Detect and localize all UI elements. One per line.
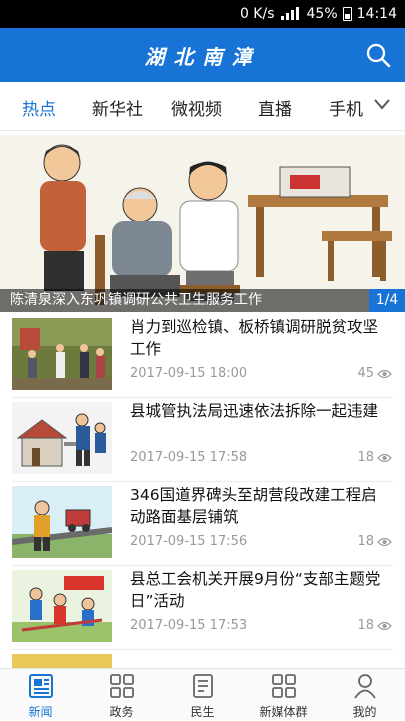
- banner-caption-bar: 陈清泉深入东巩镇调研公共卫生服务工作: [0, 289, 405, 312]
- news-view-count: 18: [357, 450, 374, 465]
- news-views: 45: [357, 366, 392, 381]
- nav-livelihood[interactable]: 民生: [162, 669, 243, 721]
- grid-icon: [272, 674, 296, 698]
- battery-text: 45%: [306, 6, 338, 22]
- news-thumbnail: [12, 654, 112, 668]
- news-title: 县城管执法局迅速依法拆除一起违建: [130, 402, 379, 420]
- eye-icon: [377, 453, 392, 462]
- tab-mobile[interactable]: 手机: [329, 95, 363, 120]
- category-tabs: 热点 新华社 微视频 直播 手机: [0, 82, 405, 130]
- eye-icon: [377, 537, 392, 546]
- eye-icon: [377, 369, 392, 378]
- nav-label: 新媒体群: [259, 705, 308, 719]
- app-logo: 湖北南漳: [144, 45, 261, 69]
- news-view-count: 18: [357, 534, 374, 549]
- news-title: 346国道界碑头至胡营段改建工程启动路面基层铺筑: [130, 486, 377, 526]
- nav-government[interactable]: 政务: [81, 669, 162, 721]
- tab-hot[interactable]: 热点: [22, 95, 56, 120]
- chevron-down-icon[interactable]: [373, 97, 391, 111]
- banner-carousel[interactable]: 陈清泉深入东巩镇调研公共卫生服务工作 1/4: [0, 135, 405, 312]
- news-view-count: 45: [357, 366, 374, 381]
- nav-label: 政务: [109, 705, 134, 719]
- app-header: 湖北南漳: [0, 28, 405, 82]
- tab-xinhua[interactable]: 新华社: [92, 95, 143, 120]
- news-date: 2017-09-15 17:58: [130, 450, 248, 465]
- search-button[interactable]: [365, 42, 391, 68]
- news-date: 2017-09-15 17:53: [130, 618, 248, 633]
- banner-image: [0, 135, 405, 312]
- tab-live[interactable]: 直播: [258, 95, 292, 120]
- news-item[interactable]: 肖力到巡检镇、板桥镇调研脱贫攻坚工作 2017-09-15 18:00 45: [0, 314, 405, 398]
- news-item[interactable]: 县城管执法局迅速依法拆除一起违建 2017-09-15 17:58 18: [0, 398, 405, 482]
- news-thumbnail: [12, 570, 112, 642]
- news-thumbnail: [12, 486, 112, 558]
- person-icon: [354, 674, 376, 699]
- grid-icon: [110, 674, 134, 698]
- nav-label: 我的: [352, 705, 377, 719]
- news-views: 18: [357, 450, 392, 465]
- signal-icon: [280, 7, 302, 21]
- news-item[interactable]: 县总工会机关开展9月份“支部主题党日”活动 2017-09-15 17:53 1…: [0, 566, 405, 650]
- news-title: 肖力到巡检镇、板桥镇调研脱贫攻坚工作: [130, 318, 379, 358]
- news-item-partial[interactable]: [0, 650, 405, 668]
- banner-page-indicator: 1/4: [369, 289, 405, 312]
- news-views: 18: [357, 534, 392, 549]
- status-bar: 0 K/s 45% 14:14: [0, 0, 405, 28]
- banner-caption: 陈清泉深入东巩镇调研公共卫生服务工作: [10, 292, 262, 308]
- eye-icon: [377, 621, 392, 630]
- bottom-navigation: 新闻 政务 民生 新媒体群 我的: [0, 668, 405, 720]
- news-icon: [29, 674, 53, 698]
- nav-mine[interactable]: 我的: [324, 669, 405, 721]
- news-title: 县总工会机关开展9月份“支部主题党日”活动: [130, 570, 381, 610]
- nav-news[interactable]: 新闻: [0, 669, 81, 721]
- nav-new-media[interactable]: 新媒体群: [243, 669, 324, 721]
- document-icon: [193, 674, 213, 698]
- news-date: 2017-09-15 17:56: [130, 534, 248, 549]
- news-thumbnail: [12, 318, 112, 390]
- clock: 14:14: [356, 6, 397, 22]
- news-date: 2017-09-15 18:00: [130, 366, 248, 381]
- search-icon: [366, 43, 391, 68]
- news-views: 18: [357, 618, 392, 633]
- battery-icon: [342, 7, 352, 21]
- tab-micro-video[interactable]: 微视频: [171, 95, 222, 120]
- nav-label: 新闻: [28, 705, 53, 719]
- news-item[interactable]: 346国道界碑头至胡营段改建工程启动路面基层铺筑 2017-09-15 17:5…: [0, 482, 405, 566]
- news-thumbnail: [12, 402, 112, 474]
- tabs-divider: [0, 130, 405, 131]
- network-speed: 0 K/s: [239, 6, 275, 22]
- news-view-count: 18: [357, 618, 374, 633]
- nav-label: 民生: [190, 705, 215, 719]
